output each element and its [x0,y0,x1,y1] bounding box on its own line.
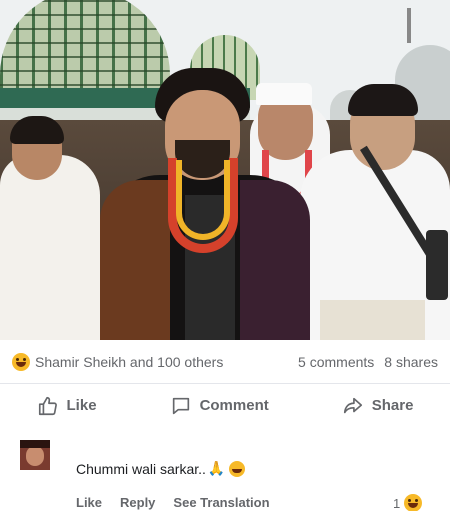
like-button[interactable]: Like [37,395,97,417]
comment-haha-icon [404,494,423,511]
shares-count[interactable]: 8 shares [384,354,438,370]
comment-button[interactable]: Comment [170,395,269,417]
comments-count[interactable]: 5 comments [298,354,374,370]
photo-person-right-hair [348,84,418,116]
comment-like-link[interactable]: Like [76,495,102,510]
reactions-summary[interactable]: Shamir Sheikh and 100 others [35,354,298,370]
comment-reaction-count[interactable]: 1 [393,494,423,511]
post-photo[interactable] [0,0,450,340]
haha-reaction-icon[interactable] [12,353,30,371]
comment-text: Chummi wali sarkar.. [76,461,206,477]
comment-label: Comment [199,397,269,414]
comment-body: Chummi wali sarkar.. 🙏 [76,461,246,477]
folded-hands-icon: 🙏 [207,461,226,477]
photo-bag [426,230,448,300]
post-action-bar: Like Comment Share [0,383,450,427]
like-label: Like [66,397,97,414]
photo-shawl-right [240,180,310,340]
photo-person-left [0,155,100,340]
reaction-stats-bar: Shamir Sheikh and 100 others 5 comments … [0,344,450,380]
share-label: Share [371,397,414,414]
laughing-emoji-icon [229,461,246,477]
share-button[interactable]: Share [342,395,414,417]
comment-reaction-number: 1 [393,495,401,511]
photo-lamp-post [407,8,411,43]
commenter-avatar[interactable] [20,440,50,470]
stats-right: 5 comments 8 shares [298,354,438,370]
share-arrow-icon [343,397,362,413]
comment-bubble-icon [172,397,189,414]
thumbs-up-icon [38,396,57,415]
comment-reply-link[interactable]: Reply [120,495,155,510]
photo-white-cap [256,83,312,105]
photo-garland-yellow [176,160,230,240]
photo-dome-grid [0,0,170,100]
comment-actions: Like Reply See Translation [76,495,270,510]
see-translation-link[interactable]: See Translation [173,495,269,510]
photo-shawl-left [100,180,170,340]
photo-trousers [320,300,425,340]
